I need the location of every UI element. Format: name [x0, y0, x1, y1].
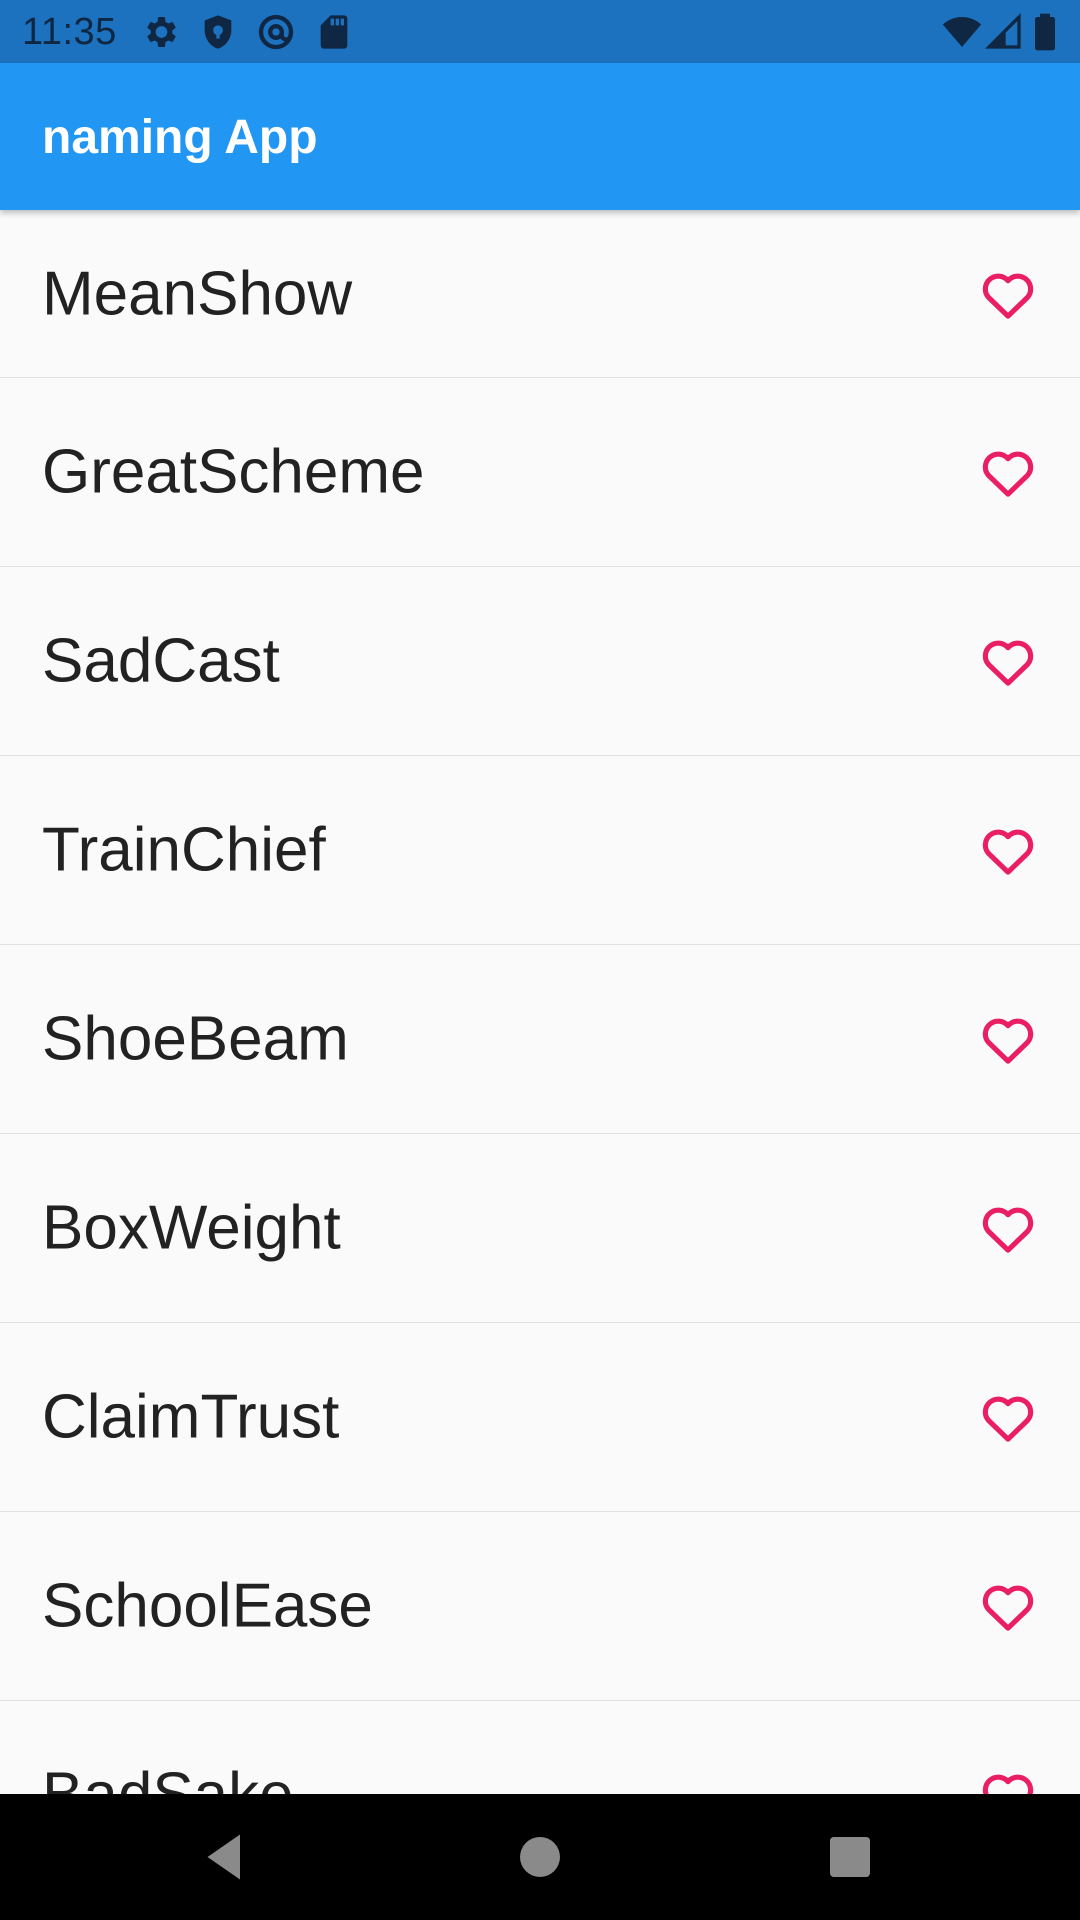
heart-outline-icon[interactable]: [980, 1769, 1036, 1794]
heart-outline-icon[interactable]: [980, 1580, 1036, 1632]
list-item[interactable]: SadCast: [0, 567, 1080, 756]
list-item[interactable]: TrainChief: [0, 756, 1080, 945]
app-bar: naming App: [0, 63, 1080, 210]
heart-outline-icon[interactable]: [980, 824, 1036, 876]
list-item[interactable]: BoxWeight: [0, 1134, 1080, 1323]
list-item[interactable]: ShoeBeam: [0, 945, 1080, 1134]
heart-outline-icon[interactable]: [980, 1013, 1036, 1065]
list-item[interactable]: SchoolEase: [0, 1512, 1080, 1701]
battery-icon: [1030, 12, 1060, 52]
list-item-label: SadCast: [42, 626, 280, 696]
list-item-label: BadSake: [42, 1760, 294, 1795]
list-item-label: MeanShow: [42, 259, 353, 328]
list-item-label: GreatScheme: [42, 437, 425, 507]
shield-icon: [198, 12, 238, 52]
recents-icon[interactable]: [820, 1827, 880, 1887]
back-icon[interactable]: [195, 1827, 255, 1887]
sd-card-icon: [314, 12, 354, 52]
heart-outline-icon[interactable]: [980, 1391, 1036, 1443]
app-title: naming App: [42, 111, 318, 164]
cell-signal-icon: [984, 12, 1024, 52]
heart-outline-icon[interactable]: [980, 268, 1036, 320]
list-item-label: TrainChief: [42, 815, 326, 885]
screen: 11:35 naming App MeanShow GreatScheme SadC…: [0, 0, 1080, 1920]
list-item[interactable]: ClaimTrust: [0, 1323, 1080, 1512]
list-item[interactable]: GreatScheme: [0, 378, 1080, 567]
settings-icon: [140, 12, 180, 52]
status-time: 11:35: [22, 11, 117, 53]
wifi-icon: [942, 12, 982, 52]
heart-outline-icon[interactable]: [980, 446, 1036, 498]
heart-outline-icon[interactable]: [980, 1202, 1036, 1254]
heart-outline-icon[interactable]: [980, 635, 1036, 687]
list-item[interactable]: MeanShow: [0, 210, 1080, 378]
list-item-label: ClaimTrust: [42, 1382, 340, 1452]
status-bar: 11:35: [0, 0, 1080, 63]
list-item[interactable]: BadSake: [0, 1701, 1080, 1794]
at-sign-icon: [256, 12, 296, 52]
list-item-label: ShoeBeam: [42, 1004, 349, 1074]
list-item-label: SchoolEase: [42, 1571, 373, 1641]
word-list[interactable]: MeanShow GreatScheme SadCast TrainChief Shoe…: [0, 210, 1080, 1794]
navigation-bar: [0, 1794, 1080, 1920]
home-icon[interactable]: [510, 1827, 570, 1887]
list-item-label: BoxWeight: [42, 1193, 341, 1263]
